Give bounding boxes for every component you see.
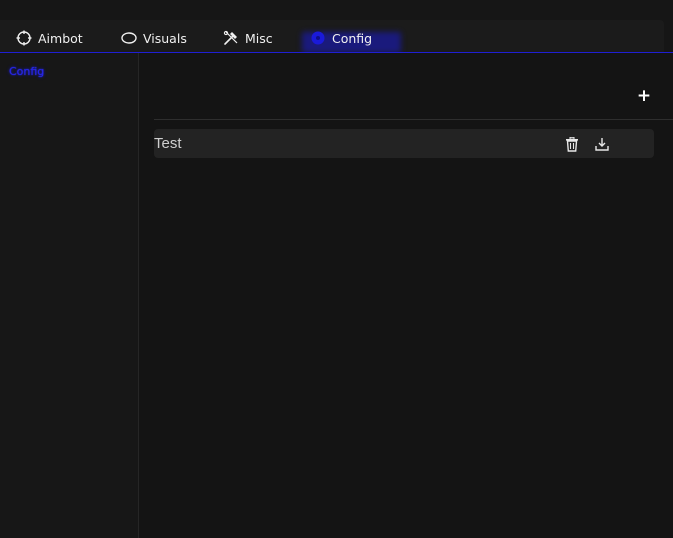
tab-label: Misc bbox=[245, 30, 273, 46]
tab-config[interactable]: Config bbox=[310, 28, 372, 48]
trash-icon[interactable] bbox=[564, 136, 580, 152]
divider bbox=[154, 119, 673, 120]
tab-label: Config bbox=[332, 30, 373, 46]
crosshair-icon bbox=[16, 30, 32, 46]
config-icon bbox=[310, 30, 326, 46]
tab-visuals[interactable]: Visuals bbox=[121, 28, 187, 48]
tab-label: Aimbot bbox=[38, 30, 83, 46]
tab-misc[interactable]: Misc bbox=[223, 28, 273, 48]
config-row: Test bbox=[154, 129, 654, 158]
top-bar: Aimbot Visuals Misc Config bbox=[0, 0, 673, 53]
eye-icon bbox=[121, 30, 137, 46]
config-name: Test bbox=[154, 135, 182, 152]
main-panel: + Test bbox=[139, 53, 673, 538]
tab-label: Visuals bbox=[143, 30, 187, 46]
app-window: Aimbot Visuals Misc Config Config + Test bbox=[0, 0, 673, 538]
sidebar: Config bbox=[0, 53, 139, 538]
add-config-button[interactable]: + bbox=[635, 86, 653, 106]
download-icon[interactable] bbox=[594, 136, 610, 152]
sidebar-item-config[interactable]: Config bbox=[9, 65, 44, 78]
tab-aimbot[interactable]: Aimbot bbox=[16, 28, 83, 48]
tools-icon bbox=[223, 30, 239, 46]
